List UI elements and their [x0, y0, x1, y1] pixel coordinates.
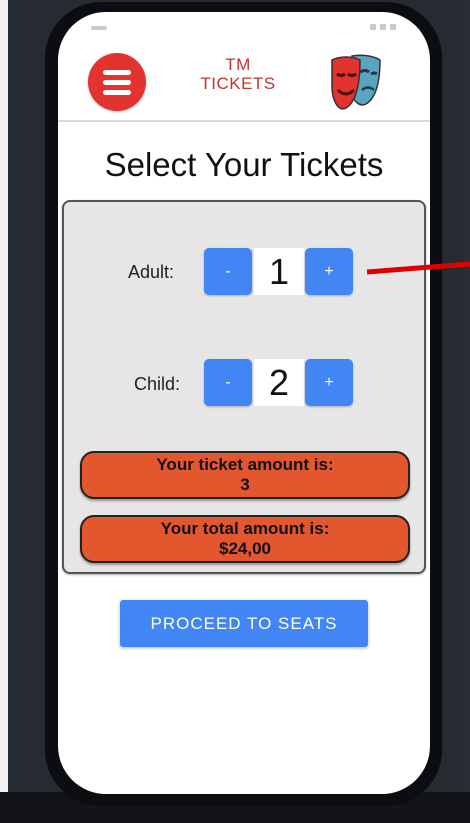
brand-line-2: TICKETS	[200, 74, 276, 93]
theater-masks-icon	[331, 54, 381, 110]
child-count: 2	[254, 359, 304, 406]
total-amount-box: Your total amount is: $24,00	[80, 515, 410, 563]
status-icon	[380, 24, 386, 30]
left-background-band	[0, 0, 8, 823]
adult-increment-button[interactable]: +	[305, 248, 353, 295]
adult-label: Adult:	[128, 262, 175, 282]
ticket-amount-value: 3	[240, 475, 250, 494]
child-label: Child:	[134, 374, 181, 394]
status-bar-left-indicator	[91, 26, 107, 30]
right-background-edge	[464, 0, 470, 823]
app-brand: TM TICKETS	[186, 55, 290, 93]
page-title: Select Your Tickets	[104, 146, 384, 183]
ticket-amount-box: Your ticket amount is: 3	[80, 451, 410, 499]
total-amount-value: $24,00	[219, 539, 271, 558]
status-icon	[390, 24, 396, 30]
adult-count: 1	[254, 248, 304, 295]
child-decrement-button[interactable]: -	[204, 359, 252, 406]
adult-decrement-button[interactable]: -	[204, 248, 252, 295]
proceed-to-seats-button[interactable]: PROCEED TO SEATS	[120, 600, 368, 647]
total-amount-label: Your total amount is:	[160, 519, 330, 538]
annotation-arrow	[367, 261, 470, 275]
brand-line-1: TM	[225, 55, 251, 74]
hamburger-menu-button[interactable]	[88, 53, 146, 111]
status-bar-icons	[370, 24, 396, 30]
child-increment-button[interactable]: +	[305, 359, 353, 406]
ticket-amount-label: Your ticket amount is:	[156, 455, 334, 474]
header-divider	[58, 120, 430, 122]
phone-screen: TM TICKETS Select Your Tickets Adult: - …	[58, 12, 430, 794]
status-icon	[370, 24, 376, 30]
